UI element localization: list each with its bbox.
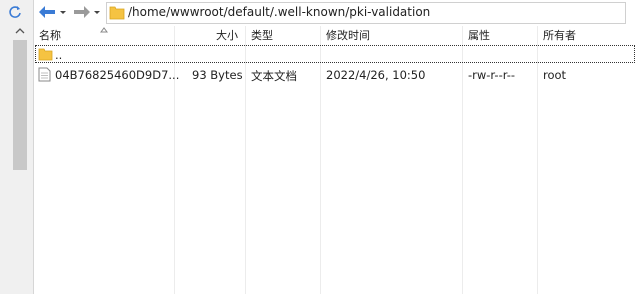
- chevron-down-icon: [94, 11, 100, 14]
- file-type: 文本文档: [251, 69, 297, 83]
- scrollbar-thumb[interactable]: [13, 40, 27, 170]
- table-row[interactable]: [35, 45, 635, 63]
- column-header-permissions[interactable]: 属性: [468, 27, 490, 43]
- column-header-name[interactable]: 名称: [39, 27, 61, 43]
- file-modified: 2022/4/26, 10:50: [326, 68, 426, 82]
- column-separator[interactable]: [174, 26, 175, 294]
- column-separator[interactable]: [462, 26, 463, 294]
- column-header-modified[interactable]: 修改时间: [326, 27, 370, 43]
- back-button[interactable]: [38, 3, 60, 21]
- column-separator[interactable]: [320, 26, 321, 294]
- scroll-up-icon[interactable]: [13, 24, 27, 38]
- back-history-dropdown[interactable]: [59, 5, 67, 19]
- column-header-size[interactable]: 大小: [216, 27, 238, 43]
- address-path[interactable]: /home/wwwroot/default/.well-known/pki-va…: [128, 5, 430, 19]
- folder-icon: [109, 5, 125, 23]
- pane-divider[interactable]: [33, 0, 34, 294]
- folder-icon: [38, 47, 53, 64]
- arrow-left-icon: [39, 6, 55, 18]
- file-owner: root: [543, 68, 567, 82]
- file-name[interactable]: 04B76825460D9D7...: [55, 68, 179, 82]
- splitter-handle-icon: [100, 22, 108, 36]
- column-separator[interactable]: [245, 26, 246, 294]
- file-permissions: -rw-r--r--: [468, 68, 516, 82]
- forward-button[interactable]: [73, 3, 95, 21]
- refresh-icon[interactable]: [6, 3, 24, 21]
- forward-history-dropdown[interactable]: [93, 5, 101, 19]
- file-size: 93 Bytes: [192, 68, 243, 82]
- column-header-type[interactable]: 类型: [251, 27, 273, 43]
- arrow-right-icon: [74, 6, 90, 18]
- text-file-icon: [38, 67, 51, 85]
- column-separator[interactable]: [537, 26, 538, 294]
- column-header-owner[interactable]: 所有者: [543, 27, 576, 43]
- file-name[interactable]: ..: [55, 48, 62, 62]
- chevron-down-icon: [60, 11, 66, 14]
